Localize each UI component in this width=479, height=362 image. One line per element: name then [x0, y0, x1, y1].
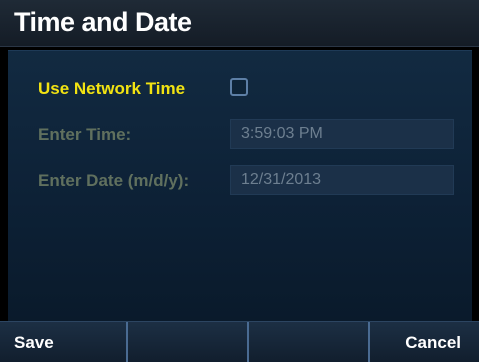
softkey-2[interactable] — [127, 322, 247, 362]
network-time-checkbox[interactable] — [230, 78, 248, 96]
network-time-label: Use Network Time — [38, 79, 186, 98]
time-field[interactable]: 3:59:03 PM — [230, 119, 454, 149]
time-label: Enter Time: — [38, 125, 132, 144]
softkey-3[interactable] — [247, 322, 369, 362]
date-label: Enter Date (m/d/y): — [38, 171, 190, 190]
cancel-softkey[interactable]: Cancel — [369, 322, 479, 362]
date-field[interactable]: 12/31/2013 — [230, 165, 454, 195]
date-row: Enter Date (m/d/y): 12/31/2013 — [8, 165, 472, 197]
settings-panel: Use Network Time Enter Time: 3:59:03 PM … — [8, 50, 472, 321]
title-bar: Time and Date — [0, 0, 479, 47]
time-row: Enter Time: 3:59:03 PM — [8, 119, 472, 151]
phone-screen: Time and Date Use Network Time Enter Tim… — [0, 0, 479, 362]
save-softkey[interactable]: Save — [0, 322, 127, 362]
network-time-row[interactable]: Use Network Time — [8, 73, 472, 105]
page-title: Time and Date — [14, 7, 192, 37]
softkey-bar: Save Cancel — [0, 321, 479, 362]
